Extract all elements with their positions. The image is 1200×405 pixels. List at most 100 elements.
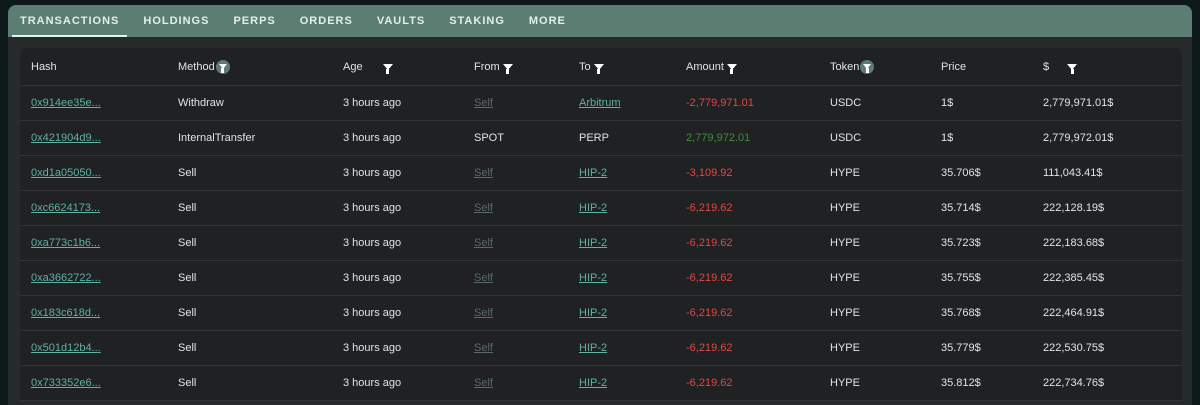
- to-cell: PERP: [579, 132, 609, 144]
- token-column-cell: HYPE: [830, 191, 860, 225]
- transactions-table: Hash Method Age From To Amount Token Pri…: [20, 48, 1182, 401]
- from-column-cell: Self: [474, 261, 493, 295]
- col-hash: Hash: [31, 48, 57, 85]
- tab-vaults[interactable]: VAULTS: [369, 5, 433, 37]
- age-column-cell: 3 hours ago: [343, 366, 401, 400]
- usd-cell: 222,385.45$: [1043, 272, 1105, 284]
- tab-more[interactable]: MORE: [521, 5, 574, 37]
- tab-bar: TRANSACTIONS HOLDINGS PERPS ORDERS VAULTS STA…: [8, 5, 1192, 37]
- method-cell: InternalTransfer: [178, 132, 256, 144]
- token-cell: USDC: [830, 132, 862, 144]
- price-cell: 35.755$: [941, 272, 981, 284]
- usd-cell: 2,779,972.01$: [1043, 132, 1114, 144]
- method-column-cell: Sell: [178, 191, 196, 225]
- token-cell: USDC: [830, 97, 862, 109]
- method-column-cell: Withdraw: [178, 86, 224, 120]
- tx-hash-link[interactable]: 0xa773c1b6...: [31, 237, 100, 249]
- tx-hash-link[interactable]: 0x421904d9...: [31, 132, 101, 144]
- tx-hash-link[interactable]: 0xd1a05050...: [31, 167, 101, 179]
- tab-orders[interactable]: ORDERS: [292, 5, 361, 37]
- col-label: To: [579, 60, 591, 73]
- method-column-cell: Sell: [178, 331, 196, 365]
- tx-hash-link[interactable]: 0x183c618d...: [31, 307, 100, 319]
- from-link[interactable]: Self: [474, 167, 493, 179]
- filter-icon[interactable]: [382, 63, 393, 74]
- usd-column-cell: 222,734.76$: [1043, 366, 1104, 400]
- filter-active-icon[interactable]: [215, 59, 230, 74]
- to-link[interactable]: HIP-2: [579, 377, 607, 389]
- price-column-cell: 1$: [941, 121, 953, 155]
- usd-cell: 222,530.75$: [1043, 342, 1105, 354]
- to-column-cell: HIP-2: [579, 296, 607, 330]
- token-cell: HYPE: [830, 167, 860, 179]
- token-column-cell: HYPE: [830, 156, 860, 190]
- to-column-cell: HIP-2: [579, 331, 607, 365]
- price-column-cell: 35.812$: [941, 366, 981, 400]
- method-column-cell: Sell: [178, 156, 196, 190]
- hash-column-cell: 0xd1a05050...: [31, 156, 101, 190]
- token-cell: HYPE: [830, 202, 860, 214]
- to-link[interactable]: HIP-2: [579, 237, 607, 249]
- usd-cell: 222,128.19$: [1043, 202, 1105, 214]
- tx-hash-link[interactable]: 0xc6624173...: [31, 202, 100, 214]
- method-cell: Sell: [178, 237, 197, 249]
- usd-cell: 222,464.91$: [1043, 307, 1105, 319]
- token-column-cell: HYPE: [830, 366, 860, 400]
- filter-active-icon[interactable]: [860, 59, 875, 74]
- price-column-cell: 35.768$: [941, 296, 981, 330]
- usd-cell: 2,779,971.01$: [1043, 97, 1114, 109]
- usd-cell: 111,043.41$: [1043, 167, 1103, 179]
- tab-transactions[interactable]: TRANSACTIONS: [12, 5, 128, 37]
- token-cell: HYPE: [830, 377, 860, 389]
- filter-icon[interactable]: [726, 63, 737, 74]
- tx-hash-link[interactable]: 0x733352e6...: [31, 377, 101, 389]
- usd-column-cell: 222,385.45$: [1043, 261, 1104, 295]
- amount-cell: -6,219.62: [686, 307, 733, 319]
- from-column-cell: Self: [474, 226, 493, 260]
- to-link[interactable]: HIP-2: [579, 167, 607, 179]
- usd-column-cell: 2,779,972.01$: [1043, 121, 1113, 155]
- to-link[interactable]: HIP-2: [579, 307, 607, 319]
- price-column-cell: 35.706$: [941, 156, 981, 190]
- tab-perps[interactable]: PERPS: [225, 5, 283, 37]
- filter-icon[interactable]: [1067, 63, 1078, 74]
- from-link[interactable]: Self: [474, 377, 493, 389]
- age-cell: 3 hours ago: [343, 272, 402, 284]
- to-link[interactable]: HIP-2: [579, 272, 607, 284]
- from-link[interactable]: Self: [474, 202, 493, 214]
- from-column-cell: Self: [474, 156, 493, 190]
- tx-hash-link[interactable]: 0xa3662722...: [31, 272, 101, 284]
- age-column-cell: 3 hours ago: [343, 86, 401, 120]
- from-link[interactable]: Self: [474, 307, 493, 319]
- filter-icon[interactable]: [593, 63, 604, 74]
- from-link[interactable]: Self: [474, 97, 493, 109]
- age-cell: 3 hours ago: [343, 97, 402, 109]
- hash-column-cell: 0xc6624173...: [31, 191, 100, 225]
- token-column-cell: HYPE: [830, 296, 860, 330]
- from-link[interactable]: Self: [474, 342, 493, 354]
- method-cell: Sell: [178, 202, 197, 214]
- amount-column-cell: -6,219.62: [686, 331, 732, 365]
- filter-icon[interactable]: [502, 63, 513, 74]
- from-link[interactable]: Self: [474, 237, 493, 249]
- col-age: Age: [343, 48, 393, 85]
- table-row: 0xc6624173... Sell 3 hours ago Self HIP-2 -6,…: [20, 191, 1182, 226]
- amount-cell: -3,109.92: [686, 167, 733, 179]
- table-header: Hash Method Age From To Amount Token Pri…: [20, 48, 1182, 86]
- tx-hash-link[interactable]: 0x914ee35e...: [31, 97, 101, 109]
- price-cell: 1$: [941, 97, 954, 109]
- to-link[interactable]: Arbitrum: [579, 97, 621, 109]
- from-link[interactable]: Self: [474, 272, 493, 284]
- tab-staking[interactable]: STAKING: [441, 5, 513, 37]
- table-row: 0xd1a05050... Sell 3 hours ago Self HIP-2 -3,…: [20, 156, 1182, 191]
- to-column-cell: HIP-2: [579, 261, 607, 295]
- method-cell: Sell: [178, 307, 197, 319]
- tab-holdings[interactable]: HOLDINGS: [135, 5, 217, 37]
- tx-hash-link[interactable]: 0x501d12b4...: [31, 342, 101, 354]
- col-from: From: [474, 48, 513, 85]
- to-link[interactable]: HIP-2: [579, 342, 607, 354]
- table-row: 0x733352e6... Sell 3 hours ago Self HIP-2 -6,…: [20, 366, 1182, 401]
- age-column-cell: 3 hours ago: [343, 156, 401, 190]
- to-link[interactable]: HIP-2: [579, 202, 607, 214]
- explorer-panel: TRANSACTIONS HOLDINGS PERPS ORDERS VAULTS STA…: [8, 5, 1192, 405]
